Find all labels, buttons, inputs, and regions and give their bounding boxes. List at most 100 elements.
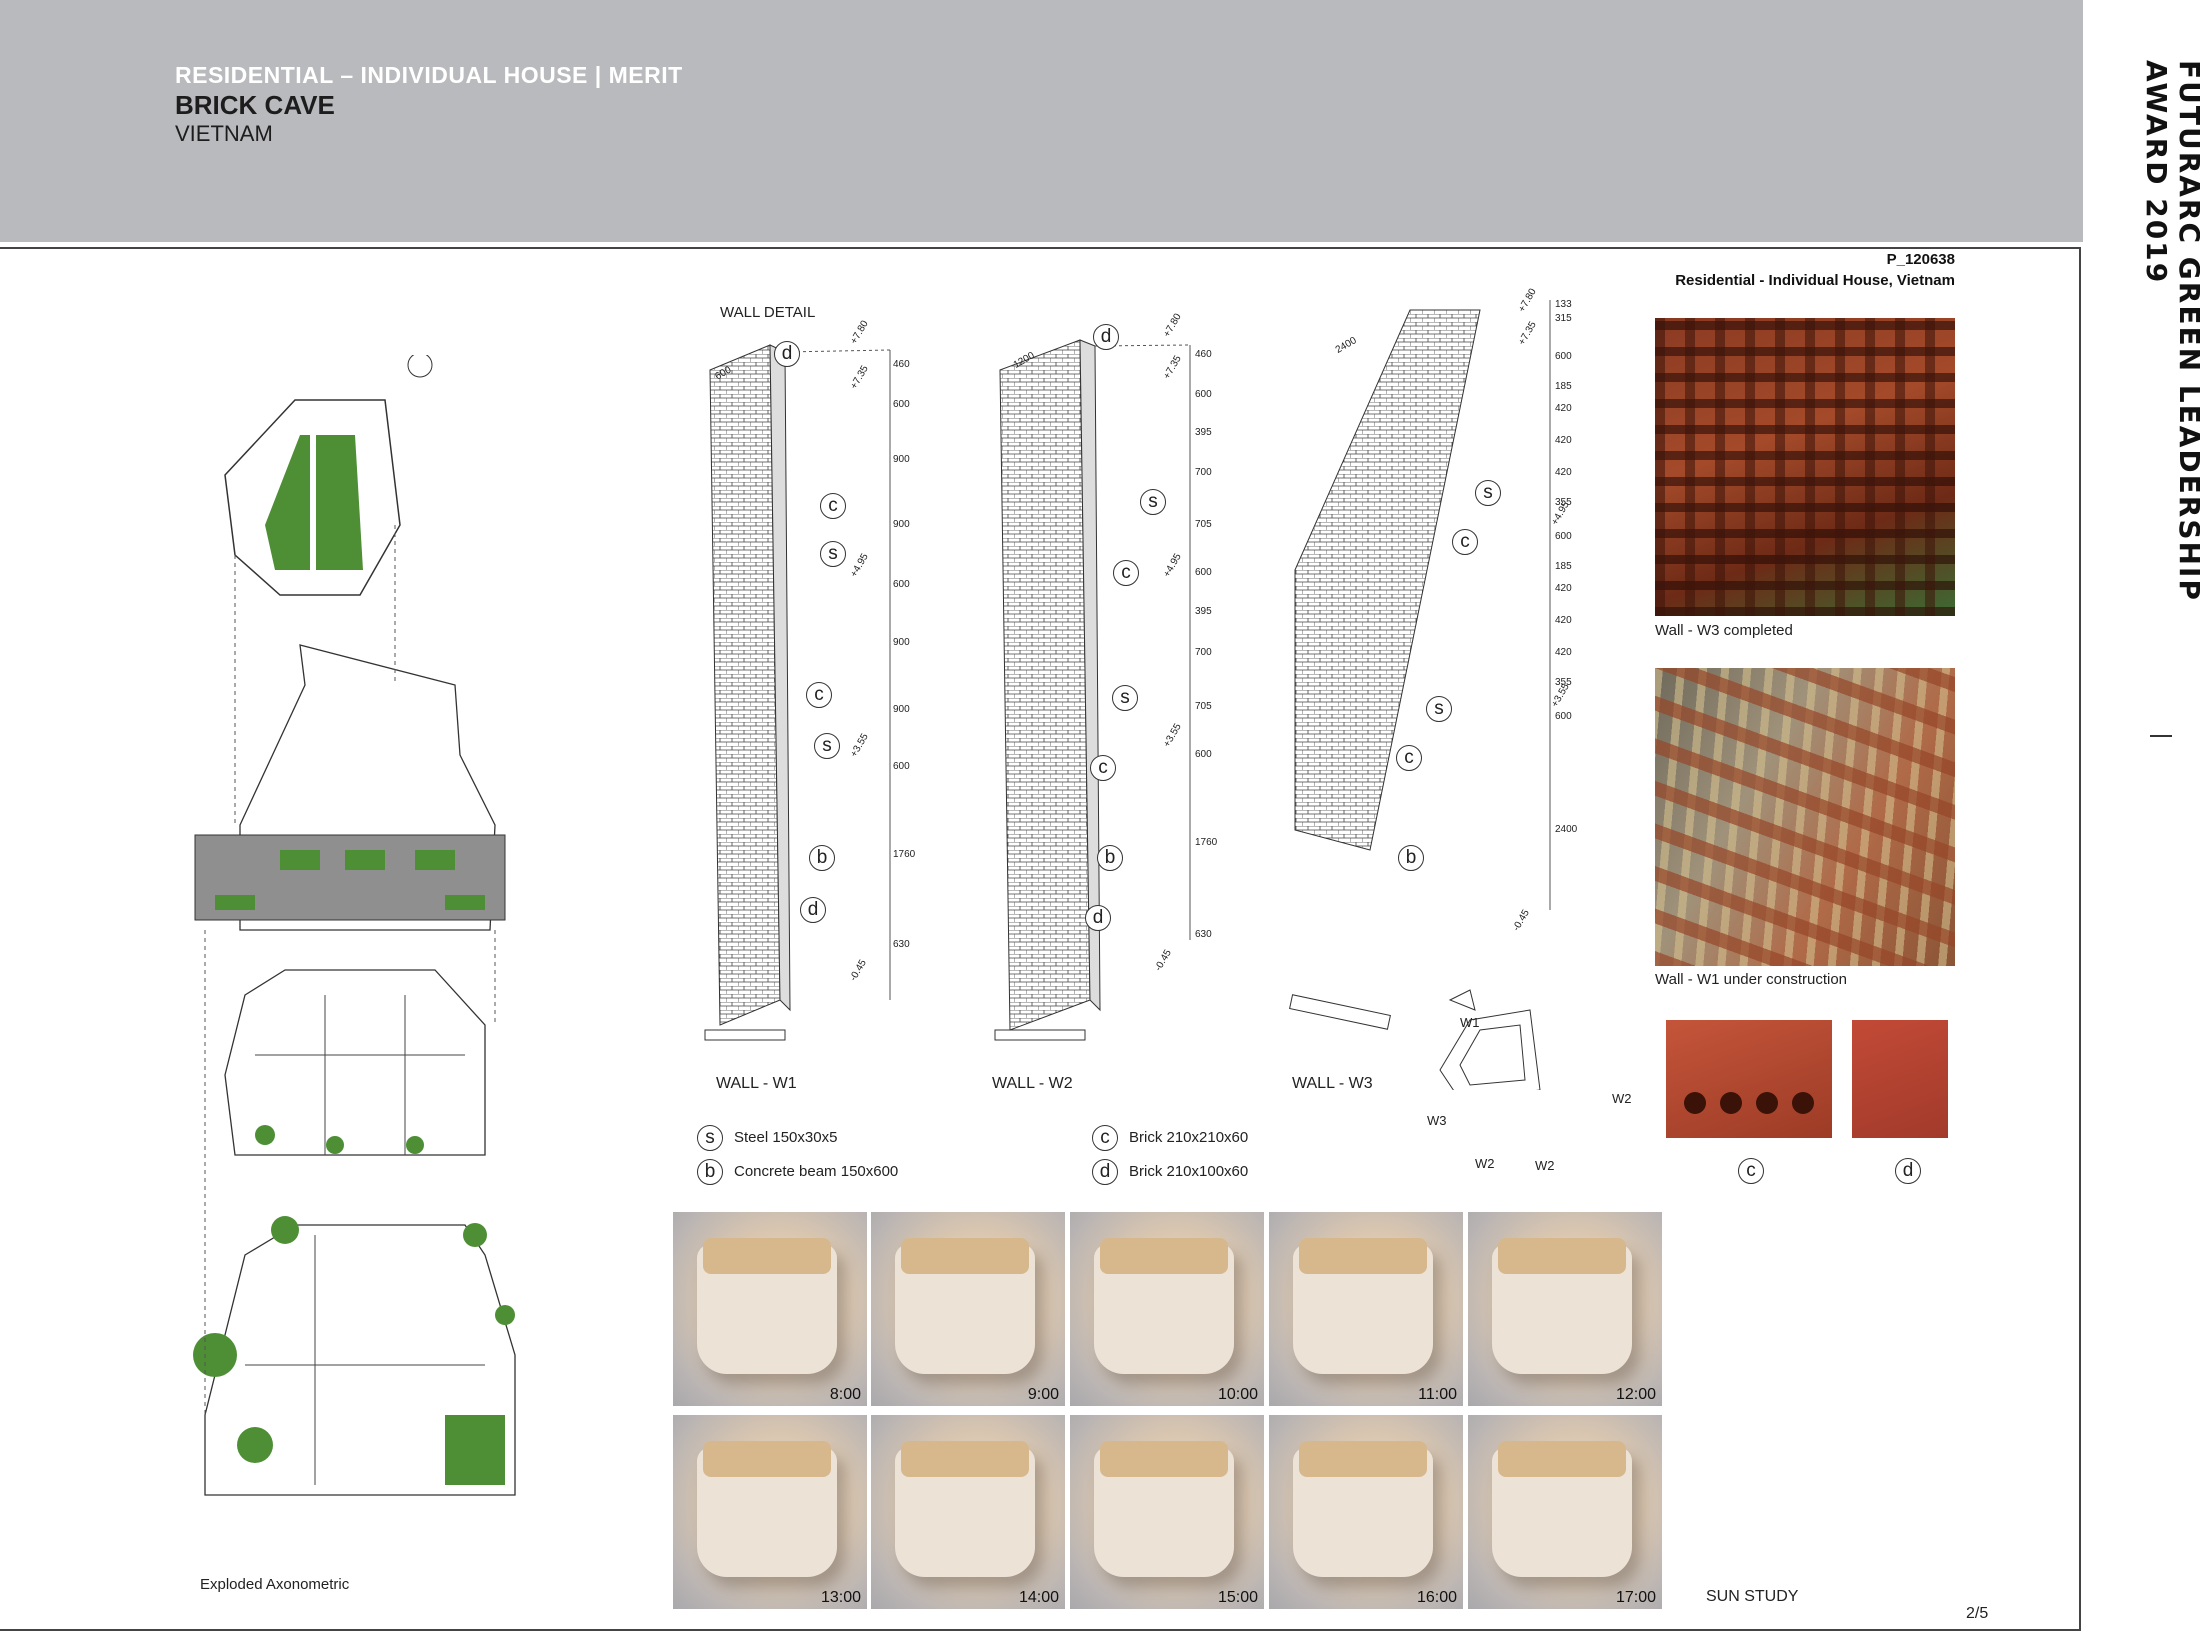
project-title: BRICK CAVE — [175, 90, 335, 120]
w2-dim: 705 — [1195, 519, 1212, 530]
w3-dim: 420 — [1555, 435, 1572, 446]
photo-wall-w1-construction — [1655, 668, 1955, 966]
marker-d: d — [1093, 324, 1119, 350]
sun-study-thumb: 13:00 — [673, 1415, 867, 1609]
legend-text-steel: Steel 150x30x5 — [734, 1129, 838, 1146]
legend-key-b: b — [697, 1159, 723, 1185]
legend-key-d: d — [1092, 1159, 1118, 1185]
marker-s: s — [1475, 480, 1501, 506]
w3-dim: 420 — [1555, 647, 1572, 658]
w2-dim: 1760 — [1195, 837, 1218, 848]
roof-level — [224, 355, 433, 596]
award-category: RESIDENTIAL – INDIVIDUAL HOUSE | MERIT — [175, 62, 683, 89]
w2-dim: 600 — [1195, 389, 1212, 400]
marker-c: c — [1090, 755, 1116, 781]
sun-time: 12:00 — [1615, 1386, 1656, 1403]
w1-dim: 460 — [893, 359, 910, 370]
w3-dim: 185 — [1555, 561, 1572, 572]
w2-dim: 600 — [1195, 749, 1212, 760]
marker-c: c — [806, 682, 832, 708]
page-number: 2/5 — [1966, 1605, 1989, 1622]
marker-b: b — [809, 845, 835, 871]
marker-s: s — [820, 541, 846, 567]
wall-w2-label: WALL - W2 — [992, 1075, 1073, 1092]
sun-study-thumb: 10:00 — [1070, 1212, 1264, 1406]
marker-s: s — [1426, 696, 1452, 722]
facade-level — [194, 644, 506, 931]
w2-dim: 600 — [1195, 567, 1212, 578]
sun-time: 16:00 — [1416, 1589, 1457, 1606]
legend-key-c: c — [1092, 1125, 1118, 1151]
w2-dim: 700 — [1195, 647, 1212, 658]
plan-tag-w2: W2 — [1612, 1091, 1632, 1106]
legend-text-brick-d: Brick 210x100x60 — [1129, 1163, 1249, 1180]
sun-time: 14:00 — [1018, 1589, 1059, 1606]
sun-time: 11:00 — [1418, 1386, 1457, 1403]
sun-study-thumb: 9:00 — [871, 1212, 1065, 1406]
w2-dim: 395 — [1195, 427, 1212, 438]
w2-dim: 705 — [1195, 701, 1212, 712]
w1-dim: 900 — [893, 704, 910, 715]
sun-time: 9:00 — [1027, 1386, 1059, 1403]
w3-dim: 420 — [1555, 583, 1572, 594]
marker-b: b — [1097, 845, 1123, 871]
award-title-text: FUTURARC GREEN LEADERSHIP AWARD 2019 — [2140, 60, 2200, 602]
w2-dim: 630 — [1195, 929, 1212, 940]
award-title-vertical: FUTURARC GREEN LEADERSHIP AWARD 2019 — [2140, 60, 2200, 740]
caption-w3: Wall - W3 completed — [1655, 622, 1793, 639]
marker-d: d — [800, 897, 826, 923]
marker-s: s — [1112, 685, 1138, 711]
caption-w1: Wall - W1 under construction — [1655, 971, 1848, 988]
w1-dim: 1760 — [893, 849, 916, 860]
sun-time: 13:00 — [820, 1589, 861, 1606]
w3-dim: 600 — [1555, 351, 1572, 362]
category-separator: | — [594, 62, 602, 88]
w1-dim: 630 — [893, 939, 910, 950]
plan-tag-w2: W2 — [1475, 1156, 1495, 1171]
w2-dim: 460 — [1195, 349, 1212, 360]
sun-time: 10:00 — [1217, 1386, 1258, 1403]
marker-s: s — [1140, 489, 1166, 515]
marker-d: d — [774, 341, 800, 367]
w3-dim: 420 — [1555, 615, 1572, 626]
w3-dim: 600 — [1555, 531, 1572, 542]
marker-d: d — [1085, 905, 1111, 931]
w2-dim: 700 — [1195, 467, 1212, 478]
plan-tag-w1: W1 — [1460, 1015, 1480, 1030]
sun-study-thumb: 15:00 — [1070, 1415, 1264, 1609]
marker-c: c — [1113, 560, 1139, 586]
merit-label: MERIT — [608, 62, 683, 88]
wall-w1-drawing — [704, 344, 891, 1041]
wall-w1-label: WALL - W1 — [716, 1075, 797, 1092]
w3-dim: 420 — [1555, 403, 1572, 414]
sun-study-thumb: 14:00 — [871, 1415, 1065, 1609]
legend-text-brick-c: Brick 210x210x60 — [1129, 1129, 1249, 1146]
ground-floor-level — [193, 1216, 516, 1496]
w1-dim: 600 — [893, 761, 910, 772]
marker-b: b — [1398, 845, 1424, 871]
w1-dim: 900 — [893, 454, 910, 465]
sun-time: 8:00 — [829, 1386, 861, 1403]
legend-text-beam: Concrete beam 150x600 — [734, 1163, 899, 1180]
category-text: RESIDENTIAL – INDIVIDUAL HOUSE — [175, 62, 588, 88]
legend-key-s: s — [697, 1125, 723, 1151]
w3-dim: 2400 — [1555, 824, 1578, 835]
sun-time: 15:00 — [1217, 1589, 1258, 1606]
sun-time: 17:00 — [1615, 1589, 1656, 1606]
marker-c: c — [820, 493, 846, 519]
wall-key-plan — [1439, 989, 1541, 1090]
project-country: VIETNAM — [175, 121, 273, 146]
project-id: P_120638 — [1886, 251, 1955, 268]
marker-c: c — [1396, 745, 1422, 771]
photo-wall-w3-completed — [1655, 318, 1955, 616]
w3-dim: 315 — [1555, 313, 1572, 324]
marker-c: c — [1452, 529, 1478, 555]
brick-label-c: c — [1738, 1158, 1764, 1184]
brick-sample-c — [1666, 1020, 1832, 1138]
sun-study-label: SUN STUDY — [1706, 1588, 1799, 1605]
axonometric-caption: Exploded Axonometric — [200, 1576, 350, 1593]
upper-floor-level — [224, 969, 486, 1156]
wall-w3-label: WALL - W3 — [1292, 1075, 1373, 1092]
marker-s: s — [814, 733, 840, 759]
project-category: Residential - Individual House, Vietnam — [1675, 272, 1955, 289]
